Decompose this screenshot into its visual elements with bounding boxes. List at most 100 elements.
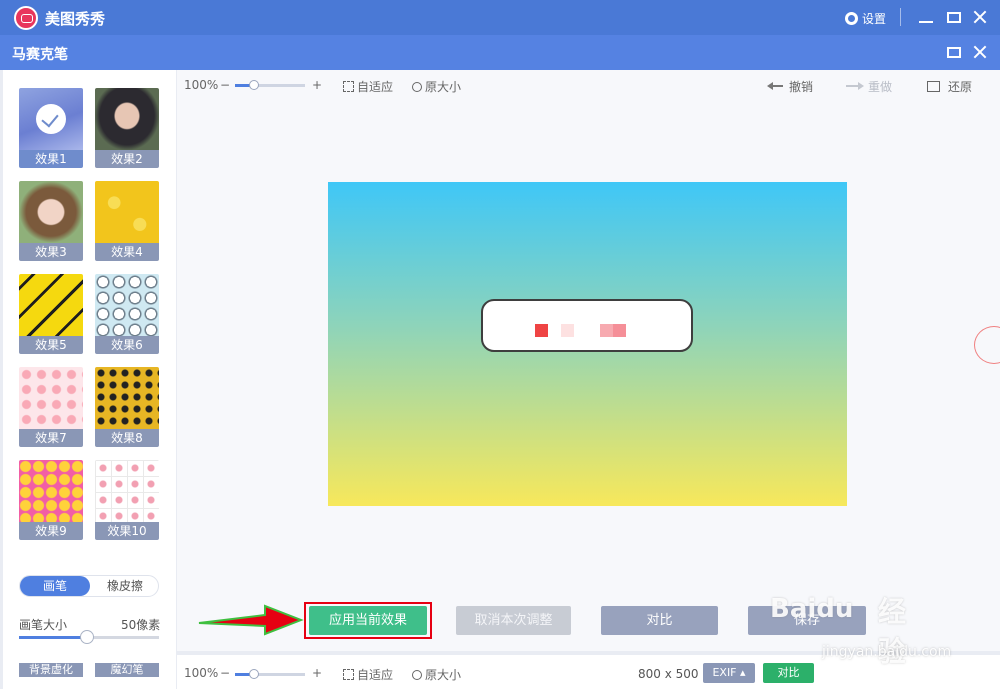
- effect-thumb-8[interactable]: 效果8: [95, 367, 159, 447]
- effect-label: 效果8: [95, 429, 159, 447]
- effect-label: 效果10: [95, 522, 159, 540]
- panel-title: 马赛克笔: [12, 47, 68, 63]
- bottom-zoom-percent: 100%: [184, 666, 219, 680]
- effect-preview: [19, 181, 83, 243]
- brush-tab[interactable]: 画笔: [20, 576, 90, 596]
- mosaic-tile: [535, 324, 548, 337]
- maximize-button[interactable]: [947, 12, 961, 23]
- brush-size-value: 50像素: [121, 618, 161, 632]
- original-size-label: 原大小: [425, 668, 462, 682]
- watermark-logo: Baidu: [770, 594, 854, 624]
- magnifier-icon: [412, 670, 422, 680]
- undo-icon: [767, 81, 783, 91]
- compare-button[interactable]: 对比: [601, 606, 718, 635]
- fit-button[interactable]: 自适应: [343, 78, 393, 95]
- titlebar-divider: [900, 8, 901, 26]
- cancel-adjust-button[interactable]: 取消本次调整: [456, 606, 571, 635]
- original-size-button[interactable]: 原大小: [412, 78, 461, 95]
- mosaic-tile: [561, 324, 574, 337]
- bottom-zoom-out-button[interactable]: −: [220, 666, 230, 680]
- effect-thumb-7[interactable]: 效果7: [19, 367, 83, 447]
- mosaic-tile: [613, 324, 626, 337]
- effect-preview: [19, 460, 83, 522]
- effect-preview: [95, 88, 159, 150]
- effect-label: 效果5: [19, 336, 83, 354]
- apply-effect-button[interactable]: 应用当前效果: [309, 606, 427, 635]
- fit-label: 自适应: [357, 80, 394, 94]
- effect-thumb-6[interactable]: 效果6: [95, 274, 159, 354]
- magic-pen-button[interactable]: 魔幻笔: [95, 663, 159, 677]
- brush-size-fill: [19, 636, 89, 639]
- undo-label: 撤销: [789, 80, 814, 94]
- speech-bubble: [481, 299, 693, 352]
- eraser-tab[interactable]: 橡皮擦: [90, 576, 160, 596]
- effect-thumb-9[interactable]: 效果9: [19, 460, 83, 540]
- zoom-knob[interactable]: [249, 80, 259, 90]
- effect-label: 效果9: [19, 522, 83, 540]
- settings-label: 设置: [862, 12, 887, 26]
- bg-blur-button[interactable]: 背景虚化: [19, 663, 83, 677]
- panel-maximize-button[interactable]: [947, 47, 961, 58]
- effect-label: 效果6: [95, 336, 159, 354]
- settings-button[interactable]: 设置: [845, 10, 886, 27]
- original-size-label: 原大小: [425, 80, 462, 94]
- image-dimensions: 800 x 500: [638, 667, 699, 681]
- gear-icon: [845, 12, 858, 25]
- effect-label: 效果7: [19, 429, 83, 447]
- effect-preview: [95, 181, 159, 243]
- zoom-out-button[interactable]: −: [220, 78, 230, 92]
- panel-close-button[interactable]: [970, 41, 990, 63]
- effect-thumb-2[interactable]: 效果2: [95, 88, 159, 168]
- status-bar: [177, 655, 1000, 689]
- zoom-percent: 100%: [184, 78, 219, 92]
- effect-label: 效果3: [19, 243, 83, 261]
- bottom-zoom-in-button[interactable]: +: [312, 666, 322, 680]
- restore-label: 还原: [948, 80, 973, 94]
- brush-size-label: 画笔大小: [19, 618, 68, 632]
- bottom-fit-button[interactable]: 自适应: [343, 666, 393, 683]
- undo-button[interactable]: 撤销: [767, 78, 813, 95]
- photo-canvas[interactable]: [328, 182, 847, 506]
- red-arrow-annotation: [198, 604, 304, 636]
- exif-button[interactable]: EXIF ▴: [703, 663, 755, 683]
- bottom-zoom-knob[interactable]: [249, 669, 259, 679]
- brush-size-knob[interactable]: [80, 630, 94, 644]
- effect-label: 效果1: [19, 150, 83, 168]
- restore-button[interactable]: 还原: [927, 78, 972, 95]
- close-button[interactable]: [970, 6, 990, 28]
- effect-preview: [95, 274, 159, 336]
- effect-thumb-1[interactable]: 效果1: [19, 88, 83, 168]
- bottom-zoom-slider[interactable]: [235, 673, 305, 676]
- effect-preview: [95, 367, 159, 429]
- redo-button[interactable]: 重做: [846, 78, 892, 95]
- effect-thumb-4[interactable]: 效果4: [95, 181, 159, 261]
- bottom-compare-button[interactable]: 对比: [763, 663, 814, 683]
- zoom-in-button[interactable]: +: [312, 78, 322, 92]
- fit-icon: [343, 81, 354, 92]
- zoom-slider[interactable]: [235, 84, 305, 87]
- effect-label: 效果4: [95, 243, 159, 261]
- bottom-original-size-button[interactable]: 原大小: [412, 666, 461, 683]
- fit-label: 自适应: [357, 668, 394, 682]
- effect-preview: [19, 367, 83, 429]
- app-logo-icon: [14, 6, 38, 30]
- redo-icon: [846, 81, 864, 91]
- effects-sidebar: 效果1 效果2 效果3 效果4 效果5 效果6 效果7 效果8 效果9 效果10…: [3, 70, 176, 689]
- effect-preview: [95, 460, 159, 522]
- magnifier-icon: [412, 82, 422, 92]
- redo-label: 重做: [868, 80, 893, 94]
- tool-toggle: 画笔 橡皮擦: [19, 575, 159, 597]
- title-bar: 美图秀秀 设置: [0, 0, 1000, 35]
- effect-thumb-3[interactable]: 效果3: [19, 181, 83, 261]
- effect-thumb-5[interactable]: 效果5: [19, 274, 83, 354]
- app-name: 美图秀秀: [45, 10, 106, 28]
- watermark-url: jingyan.baidu.com: [822, 644, 952, 660]
- panel-header: 马赛克笔: [0, 35, 1000, 70]
- fit-icon: [343, 669, 354, 680]
- checkmark-icon: [36, 104, 66, 134]
- effect-thumb-10[interactable]: 效果10: [95, 460, 159, 540]
- minimize-button[interactable]: [919, 21, 933, 23]
- effect-preview: [19, 274, 83, 336]
- effect-label: 效果2: [95, 150, 159, 168]
- mosaic-tile: [600, 324, 613, 337]
